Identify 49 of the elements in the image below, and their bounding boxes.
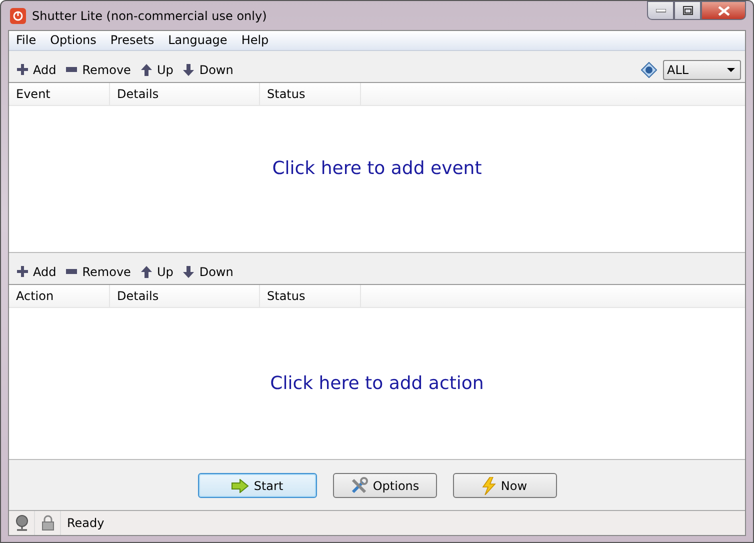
plus-icon <box>17 64 28 75</box>
now-button[interactable]: Now <box>452 473 556 498</box>
toolbar-button[interactable]: Up <box>136 60 178 78</box>
app-icon <box>10 8 26 24</box>
up-arrow-icon <box>140 266 152 278</box>
status-text: Ready <box>66 516 104 530</box>
filter-dropdown[interactable]: ALL <box>663 60 741 80</box>
minimize-icon <box>656 8 666 12</box>
menu-item[interactable]: Presets <box>103 31 162 50</box>
globe-icon <box>14 515 30 531</box>
minus-icon <box>66 269 78 274</box>
options-button[interactable]: Options <box>332 473 436 498</box>
add-prompt[interactable]: Click here to add action <box>270 373 484 394</box>
minimize-button[interactable] <box>647 1 674 20</box>
add-prompt[interactable]: Click here to add event <box>272 158 482 178</box>
info-icon <box>641 62 657 78</box>
toolbar-button[interactable]: Up <box>136 262 178 280</box>
down-arrow-icon <box>183 266 194 278</box>
lock-icon <box>40 515 54 531</box>
toolbar-button[interactable]: Add <box>13 262 60 280</box>
lightning-icon <box>482 476 496 494</box>
close-button[interactable] <box>701 1 746 20</box>
column-header[interactable]: Event <box>9 83 110 105</box>
tools-icon <box>350 476 368 494</box>
maximize-icon <box>682 6 692 15</box>
minus-icon <box>66 67 78 72</box>
plus-icon <box>17 266 28 277</box>
menu-item[interactable]: File <box>9 31 44 50</box>
toolbar-button[interactable]: Remove <box>62 262 135 280</box>
close-icon <box>718 6 730 16</box>
toolbar-button[interactable]: Add <box>13 60 60 78</box>
menu-item[interactable]: Language <box>161 31 234 50</box>
column-header[interactable]: Status <box>260 285 361 307</box>
column-header[interactable]: Details <box>110 285 260 307</box>
menu-item[interactable]: Help <box>234 31 276 50</box>
start-button[interactable]: Start <box>198 473 316 498</box>
menu-item[interactable]: Options <box>43 31 104 50</box>
maximize-button[interactable] <box>674 1 701 20</box>
toolbar-button[interactable]: Down <box>179 60 238 78</box>
caret-icon <box>727 68 735 72</box>
toolbar-button[interactable]: Down <box>179 262 238 280</box>
column-header[interactable]: Details <box>110 83 260 105</box>
column-header[interactable]: Status <box>260 83 361 105</box>
arrow-right-icon <box>230 478 249 492</box>
down-arrow-icon <box>183 64 194 76</box>
window-title: Shutter Lite (non-commercial use only) <box>32 8 268 22</box>
toolbar-button[interactable]: Remove <box>62 60 135 78</box>
up-arrow-icon <box>140 64 152 76</box>
column-header[interactable]: Action <box>9 285 110 307</box>
